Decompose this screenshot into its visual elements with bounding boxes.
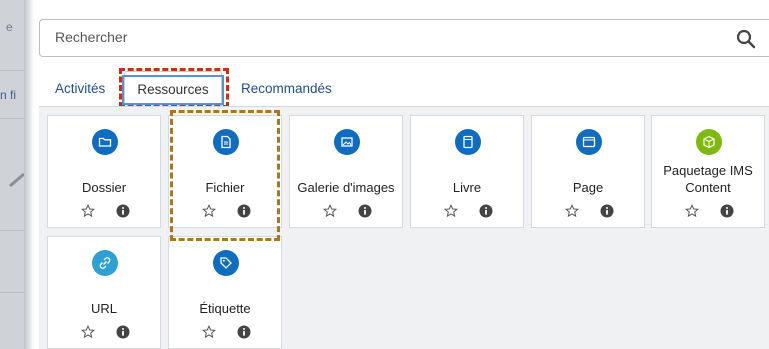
module-name: Paquetage IMS Content (663, 163, 753, 195)
search-box[interactable] (39, 19, 769, 57)
tag-icon (213, 250, 239, 276)
tab-activites[interactable]: Activités (55, 71, 105, 106)
tab-ressources[interactable]: Ressources (119, 68, 229, 108)
module-card-paquetage-ims[interactable]: Paquetage IMS Content (651, 115, 765, 228)
module-card-galerie-images[interactable]: Galerie d'images (289, 115, 403, 228)
tab-recommandes[interactable]: Recommandés (241, 71, 332, 106)
info-icon[interactable] (600, 204, 614, 218)
module-card-etiquette[interactable]: Étiquette (168, 236, 282, 349)
divider (0, 70, 24, 71)
highlight-box-gold (170, 110, 280, 241)
background-page: e n fi (0, 0, 25, 349)
activity-chooser-screen: e n fi Activités Ressources Recommandés (0, 0, 769, 349)
image-gallery-icon (334, 129, 360, 155)
info-icon[interactable] (116, 204, 130, 218)
star-icon[interactable] (323, 204, 337, 218)
star-icon[interactable] (202, 325, 216, 339)
star-icon[interactable] (444, 204, 458, 218)
search-input[interactable] (55, 29, 655, 45)
divider (0, 118, 24, 119)
info-icon[interactable] (116, 325, 130, 339)
highlight-box-red (119, 68, 229, 108)
module-name: Étiquette (199, 301, 251, 316)
divider (0, 230, 24, 231)
info-icon[interactable] (479, 204, 493, 218)
link-icon (92, 250, 118, 276)
divider (0, 292, 24, 293)
modal-shadow (24, 0, 34, 349)
module-name: Dossier (81, 180, 127, 195)
module-name: Page (572, 180, 604, 195)
page-icon (576, 129, 602, 155)
info-icon[interactable] (720, 204, 734, 218)
module-name: Galerie d'images (297, 180, 395, 195)
module-card-url[interactable]: URL (47, 236, 161, 349)
search-icon[interactable] (736, 29, 756, 49)
star-icon[interactable] (685, 204, 699, 218)
star-icon[interactable] (81, 204, 95, 218)
star-icon[interactable] (565, 204, 579, 218)
module-card-page[interactable]: Page (531, 115, 645, 228)
resource-grid: Dossier Fichier Galerie d'images Livre P… (39, 106, 769, 349)
module-name: URL (90, 301, 117, 316)
module-card-livre[interactable]: Livre (410, 115, 524, 228)
background-text: e (6, 20, 13, 34)
star-icon[interactable] (81, 325, 95, 339)
package-icon (696, 129, 722, 155)
info-icon[interactable] (358, 204, 372, 218)
book-icon (455, 129, 481, 155)
folder-icon (92, 129, 118, 155)
module-name: Livre (452, 180, 482, 195)
info-icon[interactable] (237, 325, 251, 339)
module-card-dossier[interactable]: Dossier (47, 115, 161, 228)
background-link-text: n fi (0, 88, 17, 102)
